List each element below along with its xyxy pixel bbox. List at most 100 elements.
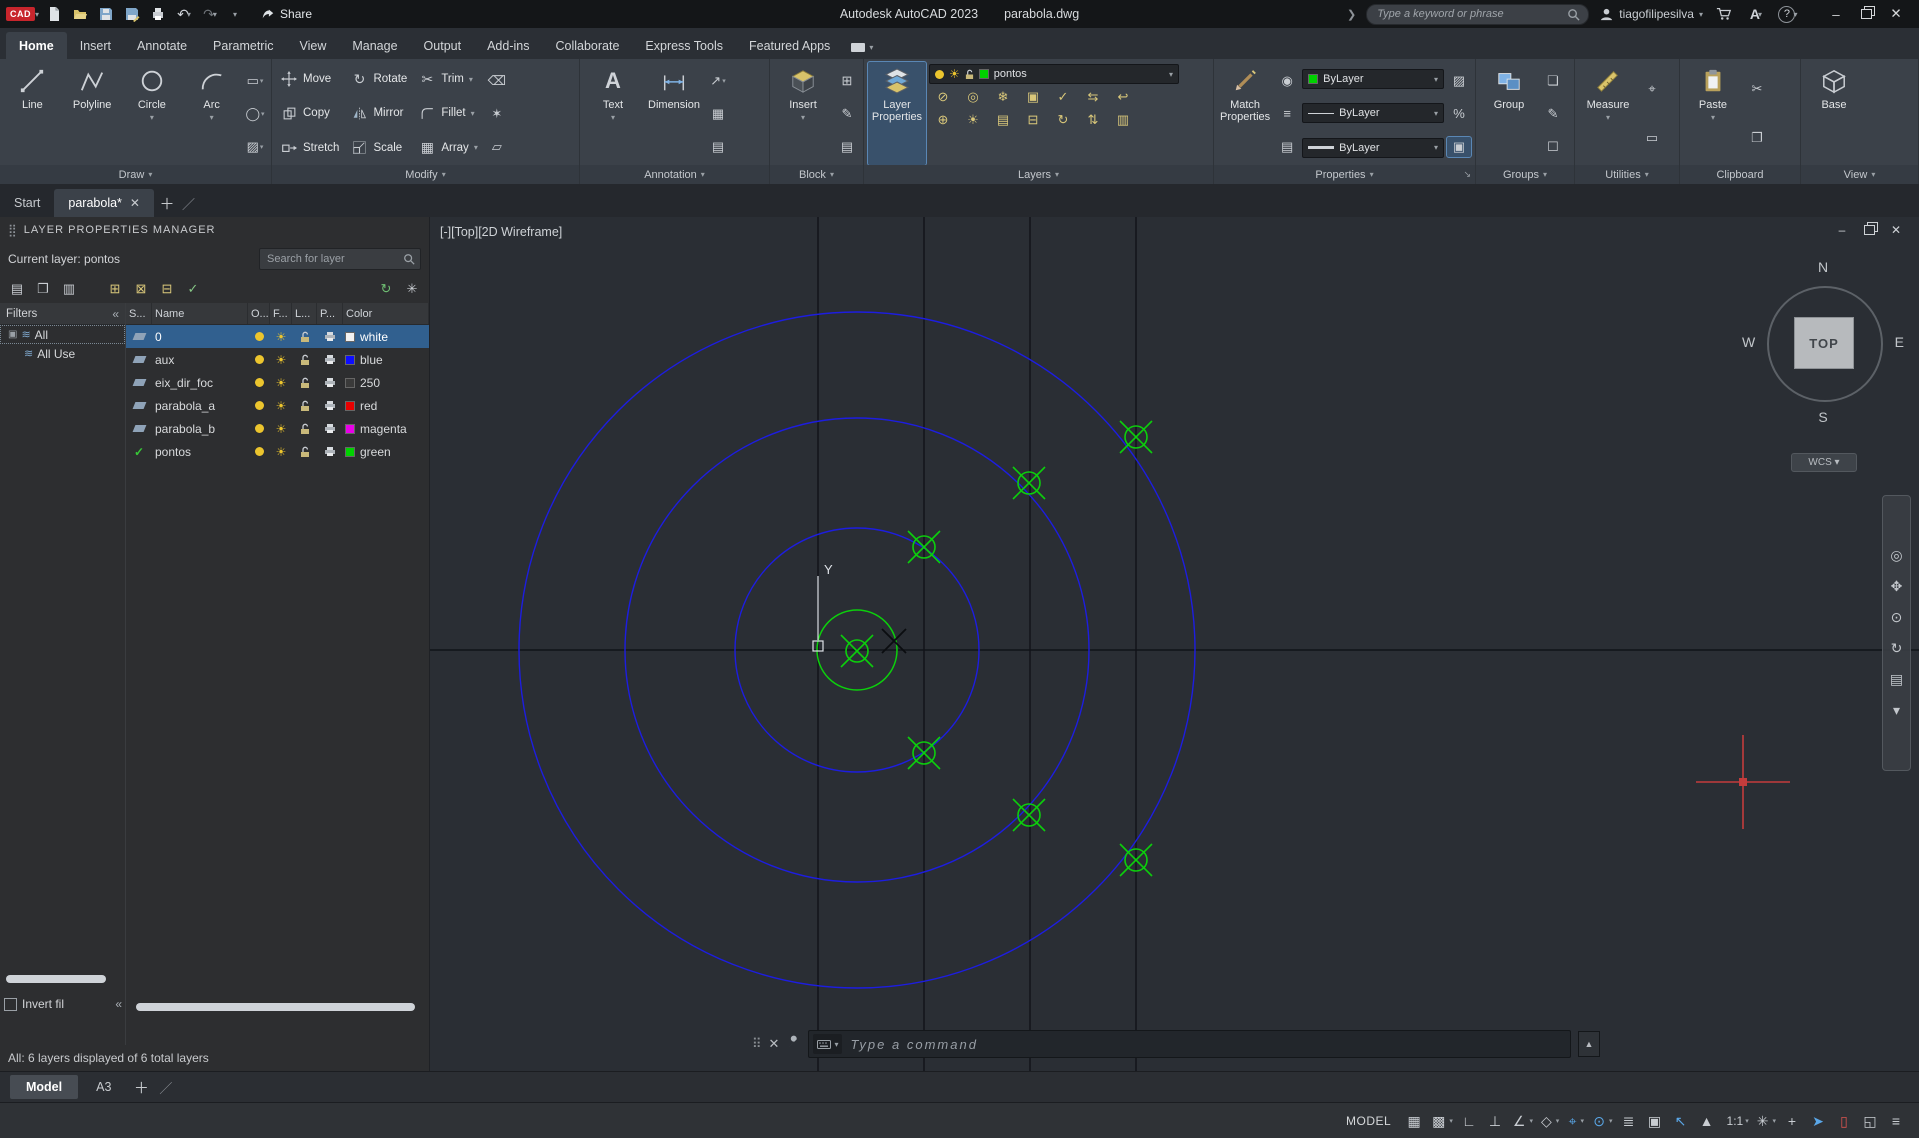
- layer-row[interactable]: ✓ eix_dir_foc ☀ 250: [126, 371, 429, 394]
- new-layout-button[interactable]: ＋: [129, 1075, 153, 1099]
- polyline-button[interactable]: Polyline: [64, 62, 121, 165]
- ribbon-tab[interactable]: View: [286, 32, 339, 59]
- qat-customize-button[interactable]: ▾: [225, 3, 247, 25]
- layer-lock-icon[interactable]: [292, 400, 317, 412]
- viewport-minimize-button[interactable]: –: [1835, 223, 1849, 237]
- panel-label-utilities[interactable]: Utilities ▾: [1575, 165, 1679, 184]
- ribbon-tab[interactable]: Collaborate: [542, 32, 632, 59]
- drawing-area[interactable]: Y [-][Top][2D Wireframe] – ✕ N S W E TOP…: [430, 217, 1919, 1071]
- layer-on-icon[interactable]: [248, 332, 270, 341]
- new-property-filter-icon[interactable]: ▤: [6, 278, 28, 300]
- table-hscrollbar[interactable]: [136, 1003, 415, 1011]
- layer-vp-icon[interactable]: ▥: [1111, 110, 1135, 130]
- explode-icon[interactable]: ✶: [485, 104, 509, 124]
- create-block-icon[interactable]: ⊞: [835, 71, 859, 91]
- ribbon-tab[interactable]: Output: [411, 32, 475, 59]
- autocad-logo[interactable]: CAD ▾: [6, 7, 39, 21]
- scale-button[interactable]: Scale: [346, 136, 411, 160]
- line-button[interactable]: Line: [4, 62, 61, 165]
- layer-states-manager-icon[interactable]: ▥: [58, 278, 80, 300]
- layer-lock-icon[interactable]: [292, 423, 317, 435]
- recent-commands-icon[interactable]: ▾: [813, 1034, 843, 1054]
- search-icon[interactable]: [1567, 8, 1580, 21]
- account-button[interactable]: tiagofilipesilva ▾: [1599, 7, 1703, 22]
- ribbon-tab[interactable]: Insert: [67, 32, 124, 59]
- tab-overflow-icon[interactable]: ／: [182, 189, 195, 217]
- layer-on-icon[interactable]: [248, 447, 270, 456]
- layer-lock-icon[interactable]: ▣: [1021, 87, 1045, 107]
- circle-button[interactable]: Circle ▾: [124, 62, 181, 165]
- layer-color[interactable]: blue: [343, 353, 429, 367]
- orbit-icon[interactable]: ↻: [1890, 640, 1903, 657]
- panel-label-modify[interactable]: Modify ▾: [272, 165, 579, 184]
- block-editor-icon[interactable]: ✎: [835, 104, 859, 124]
- make-current-icon[interactable]: ✓: [1051, 87, 1075, 107]
- layer-plot-icon[interactable]: [317, 354, 343, 365]
- layer-isolate-icon[interactable]: ◎: [961, 87, 985, 107]
- layer-lock-icon[interactable]: [292, 354, 317, 366]
- command-input[interactable]: [848, 1035, 1566, 1053]
- layer-freeze-icon[interactable]: ☀: [270, 331, 292, 343]
- leader-icon[interactable]: ↗ ▾: [706, 71, 730, 91]
- layer-color[interactable]: red: [343, 399, 429, 413]
- layer-table-header[interactable]: S... Name O... F... L... P... Color: [126, 303, 429, 325]
- grid-icon[interactable]: ▦▾: [1403, 1109, 1427, 1133]
- showmotion-icon[interactable]: ▤: [1890, 671, 1903, 688]
- set-current-icon[interactable]: ✓: [182, 278, 204, 300]
- text-button[interactable]: A Text ▾: [584, 62, 642, 165]
- snap-icon[interactable]: ▩ ▾: [1429, 1109, 1456, 1133]
- trim-button[interactable]: ✂ Trim ▾: [414, 67, 482, 91]
- layer-plot-icon[interactable]: [317, 400, 343, 411]
- layer-walk-icon[interactable]: ↻: [1051, 110, 1075, 130]
- minimize-button[interactable]: –: [1821, 0, 1851, 28]
- save-as-button[interactable]: [121, 3, 143, 25]
- file-tab-start[interactable]: Start: [0, 189, 54, 217]
- viewport-controls[interactable]: [-][Top][2D Wireframe]: [440, 225, 562, 239]
- text-style-icon[interactable]: ▤▾: [706, 137, 730, 157]
- close-button[interactable]: ✕: [1881, 0, 1911, 28]
- layout-tab-model[interactable]: Model: [10, 1075, 79, 1099]
- help-button[interactable]: ? ▾: [1777, 3, 1799, 25]
- layout-overflow-icon[interactable]: ／: [159, 1078, 172, 1097]
- command-input-box[interactable]: ▾: [808, 1030, 1571, 1058]
- collapse-filters-icon[interactable]: «: [112, 307, 119, 321]
- fade-icon[interactable]: ▱: [485, 137, 509, 157]
- layer-freeze-icon[interactable]: ☀: [270, 446, 292, 458]
- layer-plot-icon[interactable]: [317, 377, 343, 388]
- layer-unlock-icon[interactable]: ▤: [991, 110, 1015, 130]
- layer-freeze-icon[interactable]: ☀: [270, 377, 292, 389]
- viewcube-south[interactable]: S: [1818, 409, 1827, 425]
- keyword-search-input[interactable]: [1375, 7, 1568, 21]
- layer-off-icon[interactable]: ⊘: [931, 87, 955, 107]
- command-close-icon[interactable]: ✕: [769, 1036, 780, 1052]
- copy-button[interactable]: Copy: [276, 101, 343, 125]
- open-button[interactable]: [69, 3, 91, 25]
- lineweight-list-icon[interactable]: ▤: [1275, 137, 1299, 157]
- hardware-acceleration-icon[interactable]: ▯▾: [1833, 1109, 1857, 1133]
- quick-select-icon[interactable]: ▭: [1640, 128, 1664, 148]
- panel-label-annotation[interactable]: Annotation ▾: [580, 165, 769, 184]
- group-edit-icon[interactable]: ✎: [1541, 104, 1565, 124]
- layer-thaw-all-icon[interactable]: ☀: [961, 110, 985, 130]
- new-layer-vp-frozen-icon[interactable]: ⊠: [130, 278, 152, 300]
- file-tab-parabola[interactable]: parabola* ✕: [54, 189, 154, 217]
- layer-properties-button[interactable]: Layer Properties: [867, 61, 927, 166]
- close-tab-icon[interactable]: ✕: [130, 196, 140, 210]
- refresh-icon[interactable]: ↻: [375, 278, 397, 300]
- layer-plot-icon[interactable]: [317, 331, 343, 342]
- clean-screen-icon[interactable]: ◱▾: [1859, 1109, 1883, 1133]
- palette-grip-icon[interactable]: ⣿: [8, 223, 17, 237]
- viewport-close-button[interactable]: ✕: [1889, 223, 1903, 237]
- viewcube-top-face[interactable]: TOP: [1794, 317, 1854, 369]
- list-view-icon[interactable]: ▣: [1446, 135, 1472, 158]
- layout-tab-a3[interactable]: A3: [80, 1075, 127, 1099]
- cut-icon[interactable]: ✂: [1745, 79, 1769, 99]
- autosnap-tracking-icon[interactable]: ⌖ ▾: [1564, 1109, 1588, 1133]
- panel-label-view[interactable]: View ▾: [1801, 165, 1918, 184]
- layer-freeze-icon[interactable]: ❄: [991, 87, 1015, 107]
- layer-on-icon[interactable]: [248, 401, 270, 410]
- search-icon[interactable]: [403, 253, 415, 265]
- save-button[interactable]: [95, 3, 117, 25]
- linetype-list-icon[interactable]: ≡: [1275, 104, 1299, 124]
- navbar-menu-icon[interactable]: ▾: [1890, 702, 1903, 719]
